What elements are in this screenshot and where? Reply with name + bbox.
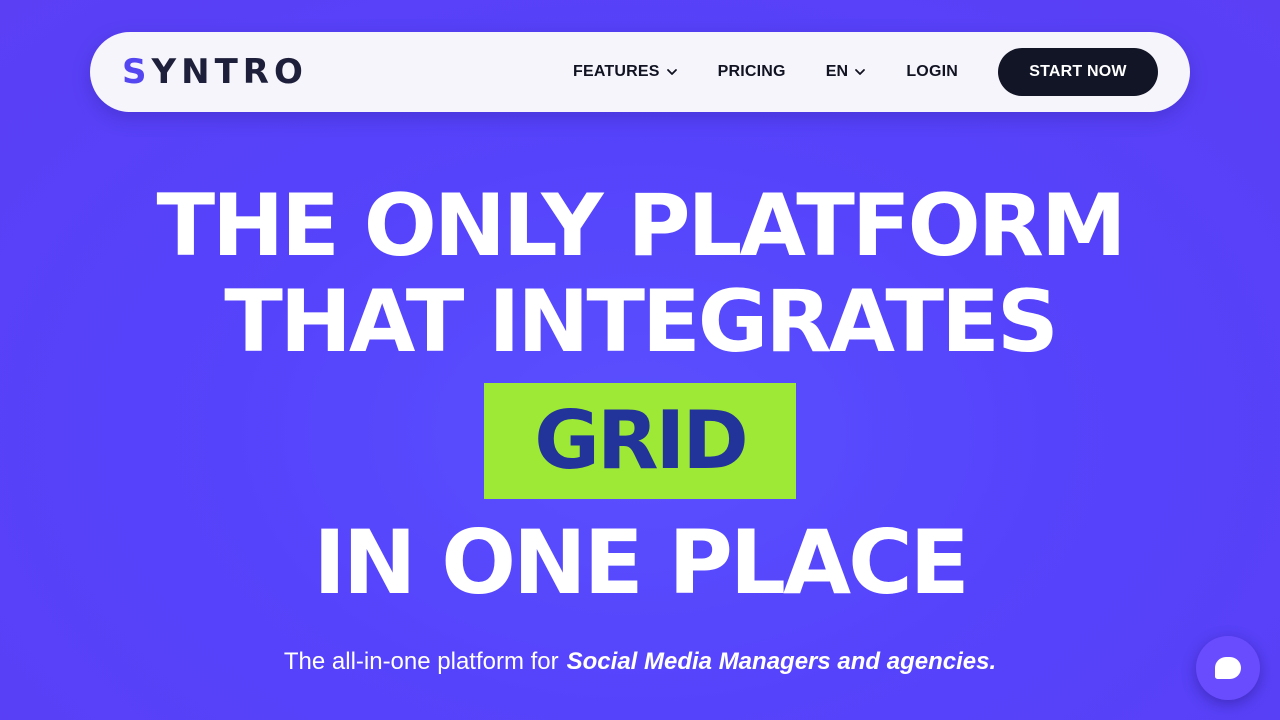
chat-bubble-icon — [1215, 657, 1241, 679]
hero-headline-line-2: THAT INTEGRATES — [224, 272, 1059, 372]
logo-letters-rest: YNTRO — [151, 52, 308, 92]
nav-menu: FEATURES PRICING EN LOGIN START NOW — [573, 48, 1158, 96]
hero-headline-line-3: IN ONE PLACE — [313, 511, 970, 614]
rotating-highlight-word: GRID — [484, 383, 796, 499]
language-selector[interactable]: EN — [826, 63, 867, 81]
subtitle-lead: The all-in-one platform for — [283, 648, 559, 675]
hero-headline-line-1: THE ONLY PLATFORM — [156, 176, 1126, 276]
start-now-button[interactable]: START NOW — [998, 48, 1158, 96]
chat-launcher-button[interactable] — [1196, 636, 1260, 700]
syntro-logo[interactable]: S YNTRO — [122, 52, 308, 92]
chevron-down-icon — [855, 69, 866, 75]
top-navbar: S YNTRO FEATURES PRICING EN LOGIN START N… — [90, 32, 1190, 112]
rotating-word-container: GRID — [0, 383, 1280, 499]
chevron-down-icon — [666, 69, 677, 75]
nav-pricing-label: PRICING — [717, 63, 786, 80]
hero-section: THE ONLY PLATFORM THAT INTEGRATES GRID I… — [0, 178, 1280, 611]
logo-letter-first: S — [122, 52, 152, 92]
nav-item-login[interactable]: LOGIN — [906, 63, 958, 81]
start-now-label: START NOW — [1029, 63, 1127, 80]
language-label: EN — [825, 63, 849, 80]
subtitle-emphasis: Social Media Managers and agencies. — [566, 648, 997, 675]
nav-features-label: FEATURES — [572, 63, 660, 80]
nav-item-features[interactable]: FEATURES — [573, 63, 678, 81]
nav-login-label: LOGIN — [906, 63, 958, 80]
nav-item-pricing[interactable]: PRICING — [718, 63, 786, 81]
hero-subtitle: The all-in-one platform for Social Media … — [0, 648, 1280, 676]
